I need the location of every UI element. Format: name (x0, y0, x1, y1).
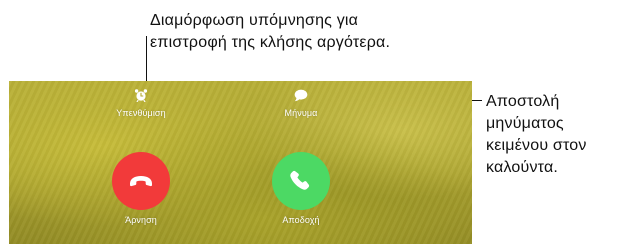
remind-me-label: Υπενθύμιση (116, 108, 166, 118)
message-callout-line-1: Αποστολή (486, 93, 560, 110)
speech-bubble-icon (294, 89, 308, 102)
message-button[interactable]: Μήνυμα (261, 88, 341, 118)
reminder-callout-line-1: Διαμόρφωση υπόμνησης για (150, 12, 359, 29)
accept-call[interactable]: Αποδοχή (261, 152, 341, 225)
message-callout-line-4: καλούντα. (486, 159, 559, 176)
incoming-call-screen: Υπενθύμιση Μήνυμα Άρνηση Αποδοχή (9, 81, 472, 244)
decline-label: Άρνηση (125, 215, 157, 225)
hang-up-phone-icon (130, 176, 152, 187)
accept-button[interactable] (272, 152, 330, 210)
decline-button[interactable] (112, 152, 170, 210)
message-callout-line-3: κειμένου στον (486, 137, 587, 154)
alarm-clock-icon (134, 89, 148, 102)
message-callout-line-2: μηνύματος (486, 115, 564, 132)
decline-call[interactable]: Άρνηση (101, 152, 181, 225)
phone-icon (290, 170, 310, 190)
remind-me-button[interactable]: Υπενθύμιση (101, 88, 181, 118)
message-label: Μήνυμα (284, 108, 318, 118)
reminder-callout: Διαμόρφωση υπόμνησης για επιστροφή της κ… (150, 10, 480, 54)
illustration: Διαμόρφωση υπόμνησης για επιστροφή της κ… (0, 0, 626, 244)
reminder-callout-line-2: επιστροφή της κλήσης αργότερα. (150, 34, 391, 51)
message-callout: Αποστολή μηνύματος κειμένου στον καλούντ… (486, 91, 621, 179)
accept-label: Αποδοχή (282, 215, 320, 225)
